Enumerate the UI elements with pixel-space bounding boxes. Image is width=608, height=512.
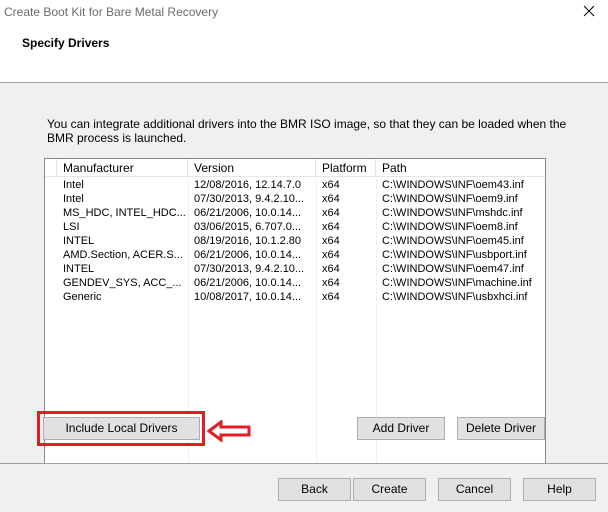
platform-cell: x64: [322, 207, 340, 219]
platform-cell: x64: [322, 221, 340, 233]
path-cell: C:\WINDOWS\INF\oem47.inf: [382, 263, 524, 275]
version-cell: 08/19/2016, 10.1.2.80: [194, 235, 302, 247]
back-button[interactable]: Back: [278, 478, 351, 501]
cancel-button[interactable]: Cancel: [438, 478, 511, 501]
wizard-footer: Back Create Cancel Help: [0, 464, 608, 512]
column-header-platform[interactable]: Platform: [316, 159, 376, 177]
description-text: You can integrate additional drivers int…: [47, 117, 567, 145]
wizard-header: Specify Drivers: [0, 24, 608, 82]
version-cell: 06/21/2006, 10.0.14...: [194, 277, 302, 289]
table-row[interactable]: AMD.Section, ACER.S... 06/21/2006, 10.0.…: [45, 248, 545, 262]
table-row[interactable]: INTEL 07/30/2013, 9.4.2.10... x64 C:\WIN…: [45, 262, 545, 276]
version-cell: 10/08/2017, 10.0.14...: [194, 291, 302, 303]
list-rows: Intel 12/08/2016, 12.14.7.0 x64 C:\WINDO…: [45, 178, 545, 304]
path-cell: C:\WINDOWS\INF\oem45.inf: [382, 235, 524, 247]
manufacturer-cell: AMD.Section, ACER.S...: [63, 249, 183, 261]
version-cell: 07/30/2013, 9.4.2.10...: [194, 263, 305, 275]
list-header: Manufacturer Version Platform Path: [45, 159, 545, 177]
add-driver-button[interactable]: Add Driver: [357, 417, 445, 440]
table-row[interactable]: GENDEV_SYS, ACC_... 06/21/2006, 10.0.14.…: [45, 276, 545, 290]
version-cell: 06/21/2006, 10.0.14...: [194, 249, 302, 261]
close-button[interactable]: [578, 3, 600, 21]
platform-cell: x64: [322, 179, 340, 191]
manufacturer-cell: MS_HDC, INTEL_HDC...: [63, 207, 186, 219]
manufacturer-cell: INTEL: [63, 235, 95, 247]
manufacturer-cell: Generic: [63, 291, 102, 303]
path-cell: C:\WINDOWS\INF\oem9.inf: [382, 193, 518, 205]
create-button[interactable]: Create: [353, 478, 426, 501]
column-header-manufacturer[interactable]: Manufacturer: [57, 159, 188, 177]
platform-cell: x64: [322, 277, 340, 289]
manufacturer-cell: GENDEV_SYS, ACC_...: [63, 277, 182, 289]
table-row[interactable]: MS_HDC, INTEL_HDC... 06/21/2006, 10.0.14…: [45, 206, 545, 220]
manufacturer-cell: Intel: [63, 193, 84, 205]
platform-cell: x64: [322, 249, 340, 261]
column-header-path[interactable]: Path: [376, 159, 545, 177]
help-button[interactable]: Help: [523, 478, 596, 501]
path-cell: C:\WINDOWS\INF\mshdc.inf: [382, 207, 523, 219]
path-cell: C:\WINDOWS\INF\oem43.inf: [382, 179, 524, 191]
column-header-version[interactable]: Version: [188, 159, 316, 177]
table-row[interactable]: INTEL 08/19/2016, 10.1.2.80 x64 C:\WINDO…: [45, 234, 545, 248]
header-spacer: [45, 159, 57, 177]
platform-cell: x64: [322, 263, 340, 275]
version-cell: 06/21/2006, 10.0.14...: [194, 207, 302, 219]
table-row[interactable]: Generic 10/08/2017, 10.0.14... x64 C:\WI…: [45, 290, 545, 304]
platform-cell: x64: [322, 235, 340, 247]
table-row[interactable]: LSI 03/06/2015, 6.707.0... x64 C:\WINDOW…: [45, 220, 545, 234]
manufacturer-cell: Intel: [63, 179, 84, 191]
path-cell: C:\WINDOWS\INF\oem8.inf: [382, 221, 518, 233]
title-bar: Create Boot Kit for Bare Metal Recovery: [0, 0, 608, 24]
platform-cell: x64: [322, 291, 340, 303]
table-row[interactable]: Intel 07/30/2013, 9.4.2.10... x64 C:\WIN…: [45, 192, 545, 206]
path-cell: C:\WINDOWS\INF\usbport.inf: [382, 249, 527, 261]
version-cell: 03/06/2015, 6.707.0...: [194, 221, 302, 233]
delete-driver-button[interactable]: Delete Driver: [457, 417, 545, 440]
page-title: Specify Drivers: [22, 36, 110, 50]
table-row[interactable]: Intel 12/08/2016, 12.14.7.0 x64 C:\WINDO…: [45, 178, 545, 192]
highlight-box: [37, 411, 205, 446]
manufacturer-cell: LSI: [63, 221, 80, 233]
path-cell: C:\WINDOWS\INF\machine.inf: [382, 277, 532, 289]
version-cell: 07/30/2013, 9.4.2.10...: [194, 193, 305, 205]
platform-cell: x64: [322, 193, 340, 205]
manufacturer-cell: INTEL: [63, 263, 95, 275]
version-cell: 12/08/2016, 12.14.7.0: [194, 179, 302, 191]
close-icon: [583, 5, 595, 17]
left-arrow-icon: [207, 420, 251, 442]
path-cell: C:\WINDOWS\INF\usbxhci.inf: [382, 291, 528, 303]
window-title: Create Boot Kit for Bare Metal Recovery: [4, 5, 219, 19]
wizard-content: You can integrate additional drivers int…: [0, 83, 608, 490]
